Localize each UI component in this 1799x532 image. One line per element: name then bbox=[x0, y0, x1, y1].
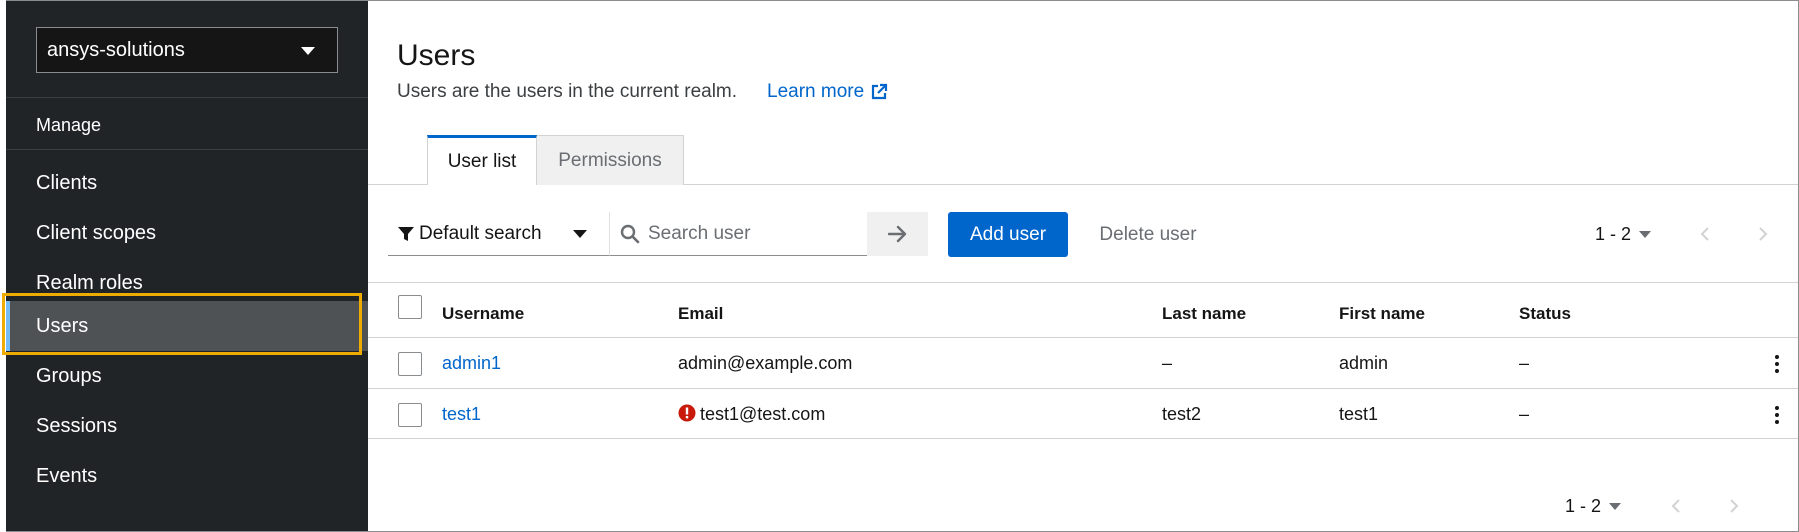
caret-down-icon bbox=[301, 47, 315, 55]
add-user-button[interactable]: Add user bbox=[948, 212, 1068, 257]
next-page-button[interactable] bbox=[1719, 491, 1749, 521]
email-cell: admin@example.com bbox=[678, 353, 853, 373]
previous-page-button[interactable] bbox=[1661, 491, 1691, 521]
main-content: Users Users are the users in the current… bbox=[368, 1, 1798, 531]
caret-down-icon bbox=[573, 230, 587, 238]
search-input[interactable] bbox=[648, 222, 848, 245]
column-header-first-name[interactable]: First name bbox=[1339, 304, 1425, 324]
external-link-icon bbox=[872, 83, 888, 100]
pagination-range: 1 - 2 bbox=[1595, 223, 1632, 244]
first-name-cell: admin bbox=[1339, 353, 1389, 373]
search-submit-button[interactable] bbox=[867, 212, 928, 256]
row-actions-kebab-icon[interactable] bbox=[1767, 350, 1787, 378]
username-link[interactable]: admin1 bbox=[442, 353, 501, 374]
row-actions-kebab-icon[interactable] bbox=[1767, 401, 1787, 429]
next-page-button[interactable] bbox=[1748, 219, 1778, 249]
tab-label: User list bbox=[447, 150, 517, 172]
page-title: Users bbox=[397, 39, 476, 72]
caret-down-icon bbox=[1639, 230, 1652, 238]
sidebar-item-label: Sessions bbox=[36, 414, 118, 437]
row-checkbox[interactable] bbox=[398, 403, 422, 427]
chevron-left-icon bbox=[1671, 499, 1680, 513]
email-cell: test1@test.com bbox=[700, 404, 826, 424]
nav-section-manage: Manage bbox=[36, 115, 102, 135]
realm-selector[interactable]: ansys-solutions bbox=[36, 27, 338, 73]
exclamation-circle-icon bbox=[678, 404, 696, 422]
sidebar-item-clients[interactable]: Clients bbox=[6, 158, 368, 208]
chevron-left-icon bbox=[1700, 227, 1709, 241]
sidebar-divider bbox=[6, 149, 368, 150]
arrow-right-icon bbox=[887, 225, 906, 243]
select-all-checkbox[interactable] bbox=[398, 295, 422, 319]
learn-more-label: Learn more bbox=[767, 81, 865, 102]
sidebar: ansys-solutions Manage Clients Client sc… bbox=[6, 1, 368, 531]
sidebar-item-sessions[interactable]: Sessions bbox=[6, 401, 368, 451]
pagination-range: 1 - 2 bbox=[1565, 495, 1602, 516]
sidebar-item-label: Groups bbox=[36, 364, 102, 387]
last-name-cell: – bbox=[1162, 353, 1173, 373]
sidebar-item-label: Client scopes bbox=[36, 221, 157, 244]
chevron-right-icon bbox=[1730, 499, 1739, 513]
row-divider bbox=[368, 388, 1798, 389]
column-header-last-name[interactable]: Last name bbox=[1162, 304, 1246, 324]
tab-user-list[interactable]: User list bbox=[427, 135, 537, 185]
sidebar-item-label: Events bbox=[36, 464, 98, 487]
search-type-select[interactable]: Default search bbox=[388, 212, 609, 256]
realm-selector-label: ansys-solutions bbox=[47, 38, 185, 61]
sidebar-divider bbox=[6, 97, 368, 98]
pagination-toggle-top[interactable]: 1 - 2 bbox=[1595, 219, 1652, 249]
first-name-cell: test1 bbox=[1339, 404, 1379, 424]
caret-down-icon bbox=[1609, 502, 1622, 510]
filter-icon bbox=[398, 226, 414, 241]
pagination-toggle-bottom[interactable]: 1 - 2 bbox=[1565, 491, 1622, 521]
tab-permissions[interactable]: Permissions bbox=[537, 135, 684, 185]
column-header-email[interactable]: Email bbox=[678, 304, 723, 324]
search-icon bbox=[620, 224, 640, 244]
tab-label: Permissions bbox=[558, 149, 662, 171]
column-header-status[interactable]: Status bbox=[1519, 304, 1571, 324]
status-cell: – bbox=[1519, 353, 1530, 373]
status-cell: – bbox=[1519, 404, 1530, 424]
delete-user-button[interactable]: Delete user bbox=[1088, 212, 1208, 257]
username-link[interactable]: test1 bbox=[442, 404, 481, 425]
search-type-label: Default search bbox=[419, 222, 542, 244]
table-top-divider bbox=[368, 282, 1798, 283]
sidebar-item-events[interactable]: Events bbox=[6, 451, 368, 501]
learn-more-link[interactable]: Learn more bbox=[767, 81, 888, 103]
previous-page-button[interactable] bbox=[1690, 219, 1720, 249]
page-description: Users are the users in the current realm… bbox=[397, 81, 738, 102]
row-divider bbox=[368, 438, 1798, 439]
highlight-box bbox=[2, 293, 362, 355]
chevron-right-icon bbox=[1759, 227, 1768, 241]
sidebar-item-label: Clients bbox=[36, 171, 98, 194]
last-name-cell: test2 bbox=[1162, 404, 1202, 424]
sidebar-item-client-scopes[interactable]: Client scopes bbox=[6, 208, 368, 258]
row-checkbox[interactable] bbox=[398, 352, 422, 376]
sidebar-item-groups[interactable]: Groups bbox=[6, 351, 368, 401]
search-field bbox=[609, 212, 867, 256]
row-divider bbox=[368, 337, 1798, 338]
sidebar-item-label: Realm roles bbox=[36, 271, 143, 294]
column-header-username[interactable]: Username bbox=[442, 304, 524, 324]
